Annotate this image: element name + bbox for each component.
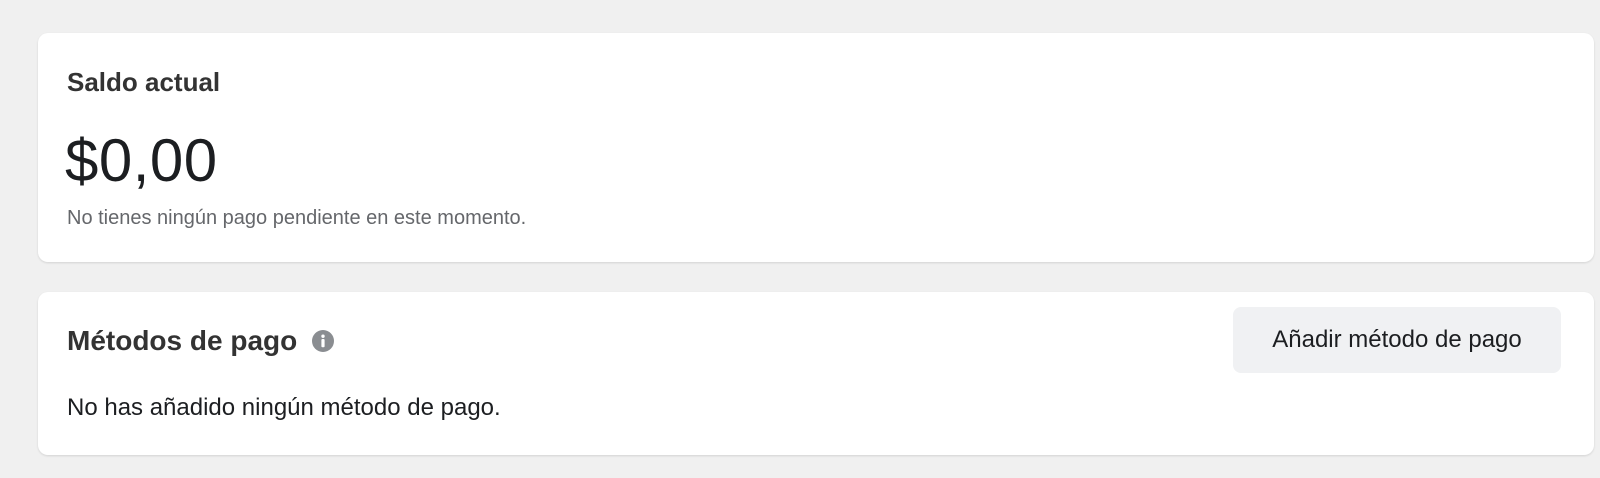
balance-title: Saldo actual bbox=[67, 67, 221, 97]
payment-methods-empty-message: No has añadido ningún método de pago. bbox=[67, 394, 501, 421]
payment-methods-header: Métodos de pago bbox=[67, 325, 335, 357]
balance-status-text: No tienes ningún pago pendiente en este … bbox=[67, 207, 527, 229]
payment-methods-title: Métodos de pago bbox=[67, 325, 298, 356]
balance-amount: $0,00 bbox=[65, 127, 218, 194]
current-balance-card: Saldo actual $0,00 No tienes ningún pago… bbox=[38, 33, 1594, 262]
payment-methods-card: Métodos de pago Añadir método de pago No… bbox=[38, 292, 1594, 455]
info-icon[interactable] bbox=[312, 330, 335, 352]
add-payment-method-button[interactable]: Añadir método de pago bbox=[1233, 307, 1561, 373]
